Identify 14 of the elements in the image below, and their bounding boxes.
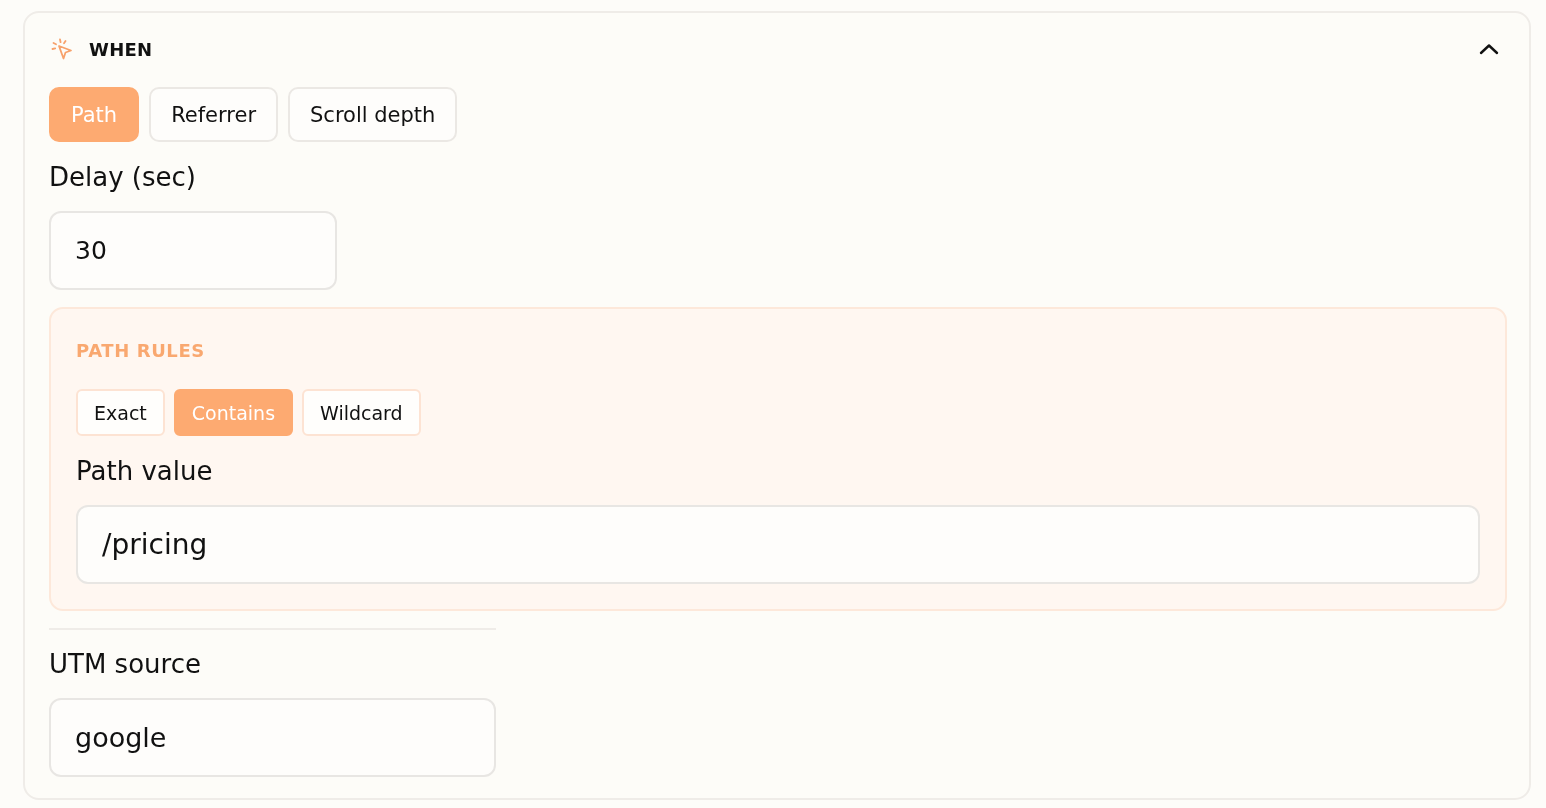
panel-title: PATH RULES [76, 339, 205, 363]
chevron-icon [1479, 43, 1499, 55]
field-label: Path value [76, 455, 213, 488]
path-value-input[interactable]: /pricing [76, 505, 1480, 584]
trigger-tab[interactable]: Scroll depth [288, 87, 458, 142]
match-mode-button[interactable]: Wildcard [302, 389, 421, 436]
field-label: Delay (sec) [49, 161, 196, 194]
match-mode-button[interactable]: Exact [76, 389, 165, 436]
field-label: UTM source [49, 648, 201, 681]
trigger-tab[interactable]: Referrer [149, 87, 278, 142]
utm-source-input[interactable]: google [49, 698, 496, 777]
cursor-click-icon [51, 38, 73, 60]
delay-input[interactable]: 30 [49, 211, 337, 290]
section-title: WHEN [89, 38, 153, 60]
